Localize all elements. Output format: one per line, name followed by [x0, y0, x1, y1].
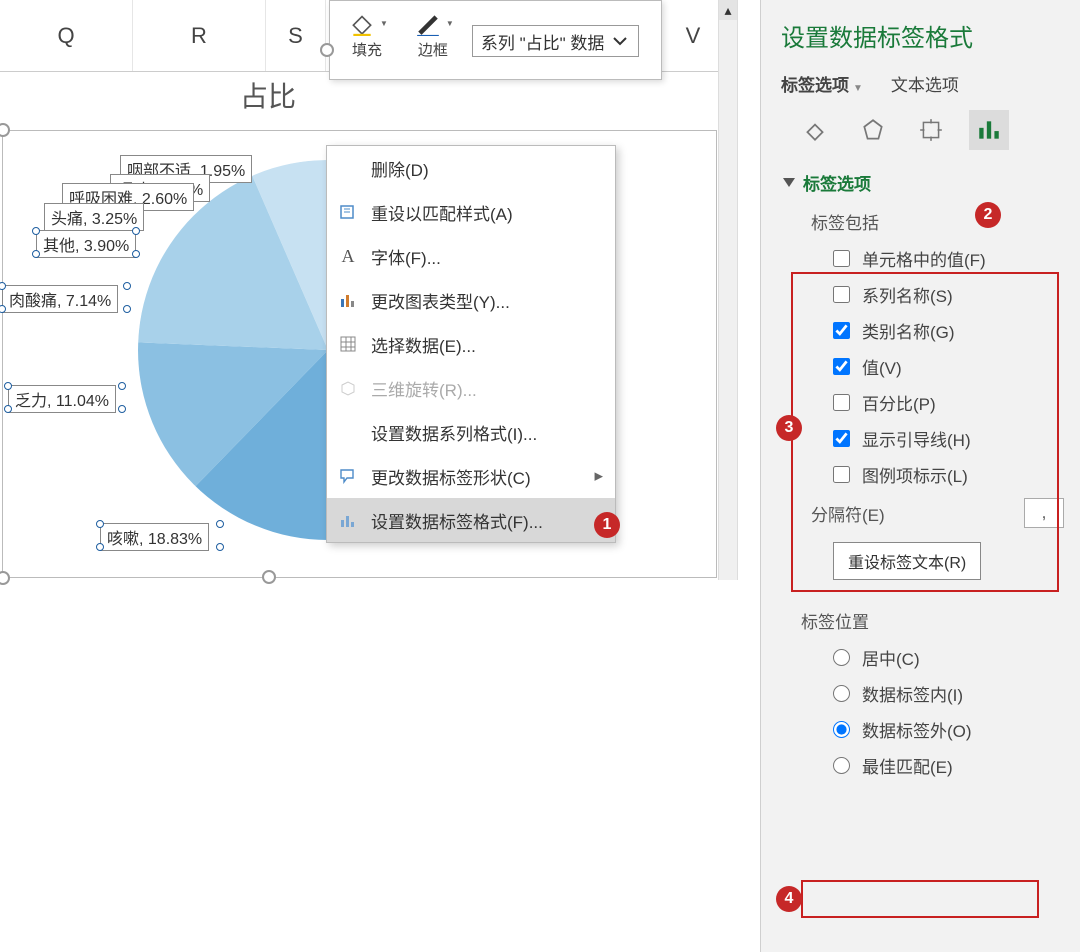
- paint-bucket-icon: [346, 7, 378, 39]
- fill-button[interactable]: ▼ 填充: [334, 7, 400, 60]
- col-header-Q[interactable]: Q: [0, 0, 133, 71]
- ctx-rotate-3d: 三维旋转(R)...: [327, 366, 615, 410]
- chart-type-icon: [337, 289, 359, 311]
- label-options-icon[interactable]: [969, 110, 1009, 150]
- collapse-triangle-icon: [783, 178, 795, 187]
- label-shape-icon: [337, 465, 359, 487]
- cube-icon: [337, 377, 359, 399]
- pane-icon-tabs: [795, 110, 1066, 150]
- scroll-up-button[interactable]: ▴: [719, 0, 737, 20]
- chk-cell-value[interactable]: 单元格中的值(F): [833, 244, 1066, 272]
- ctx-font[interactable]: A 字体(F)...: [327, 234, 615, 278]
- dropdown-caret-icon: ▼: [380, 19, 388, 28]
- section-label-options[interactable]: 标签选项: [783, 170, 1066, 195]
- data-label[interactable]: 头痛, 3.25%: [44, 203, 144, 231]
- border-label: 边框: [418, 39, 448, 60]
- ctx-select-data[interactable]: 选择数据(E)...: [327, 322, 615, 366]
- col-header-S[interactable]: S: [266, 0, 326, 71]
- ctx-format-data-labels[interactable]: 设置数据标签格式(F)...: [327, 498, 615, 542]
- tab-label-options[interactable]: 标签选项▼: [781, 71, 863, 96]
- data-label[interactable]: 其他, 3.90%: [36, 230, 136, 258]
- data-label[interactable]: 咳嗽, 18.83%: [100, 523, 209, 551]
- chevron-down-icon: [610, 31, 630, 51]
- callout-3: 3: [776, 415, 802, 441]
- vertical-scrollbar[interactable]: ▴: [718, 0, 738, 580]
- dropdown-caret-icon: ▼: [446, 19, 454, 28]
- annotation-box-3: [791, 272, 1059, 592]
- dropdown-caret-icon: ▼: [853, 83, 863, 94]
- size-properties-icon[interactable]: [911, 110, 951, 150]
- context-menu: 删除(D) 重设以匹配样式(A) A 字体(F)... 更改图表类型(Y)...…: [326, 145, 616, 543]
- data-label[interactable]: 肉酸痛, 7.14%: [2, 285, 118, 313]
- chart-title[interactable]: 占比: [240, 75, 296, 115]
- fill-label: 填充: [352, 39, 382, 60]
- submenu-arrow-icon: ▸: [594, 466, 603, 486]
- ctx-reset-style[interactable]: 重设以匹配样式(A): [327, 190, 615, 234]
- reset-style-icon: [337, 201, 359, 223]
- select-data-icon: [337, 333, 359, 355]
- mini-toolbar: ▼ 填充 ▼ 边框 系列 "占比" 数据: [329, 0, 662, 80]
- pane-tabs: 标签选项▼ 文本选项: [781, 71, 1066, 96]
- radio-best-fit[interactable]: 最佳匹配(E): [833, 751, 1066, 779]
- radio-outside-end[interactable]: 数据标签外(O): [833, 715, 1066, 743]
- subheader-label-position: 标签位置: [801, 608, 1066, 633]
- pen-border-icon: [412, 7, 444, 39]
- callout-4: 4: [776, 886, 802, 912]
- series-selector-dropdown[interactable]: 系列 "占比" 数据: [472, 25, 640, 57]
- sel-handle[interactable]: [0, 571, 10, 585]
- ctx-format-data-series[interactable]: 设置数据系列格式(I)...: [327, 410, 615, 454]
- sel-handle[interactable]: [320, 43, 334, 57]
- format-labels-icon: [337, 509, 359, 531]
- effects-icon[interactable]: [853, 110, 893, 150]
- border-button[interactable]: ▼ 边框: [400, 7, 466, 60]
- data-label[interactable]: 乏力, 11.04%: [8, 385, 116, 413]
- subheader-label-contains: 标签包括: [811, 209, 1066, 234]
- ctx-delete[interactable]: 删除(D): [327, 146, 615, 190]
- format-data-labels-pane: 设置数据标签格式 标签选项▼ 文本选项 标签选项 标签包括 单元格中的值(F) …: [760, 0, 1080, 952]
- sel-handle[interactable]: [262, 570, 276, 584]
- font-icon: A: [337, 245, 359, 267]
- fill-line-icon[interactable]: [795, 110, 835, 150]
- callout-2: 2: [975, 202, 1001, 228]
- tab-text-options[interactable]: 文本选项: [891, 71, 959, 96]
- pane-title: 设置数据标签格式: [781, 18, 1066, 53]
- col-header-V[interactable]: V: [666, 0, 721, 71]
- radio-inside-end[interactable]: 数据标签内(I): [833, 679, 1066, 707]
- callout-1: 1: [594, 512, 620, 538]
- ctx-change-chart-type[interactable]: 更改图表类型(Y)...: [327, 278, 615, 322]
- radio-center[interactable]: 居中(C): [833, 643, 1066, 671]
- series-selector-text: 系列 "占比" 数据: [481, 29, 605, 54]
- ctx-change-label-shape[interactable]: 更改数据标签形状(C) ▸: [327, 454, 615, 498]
- annotation-box-4: [801, 880, 1039, 918]
- col-header-R[interactable]: R: [133, 0, 266, 71]
